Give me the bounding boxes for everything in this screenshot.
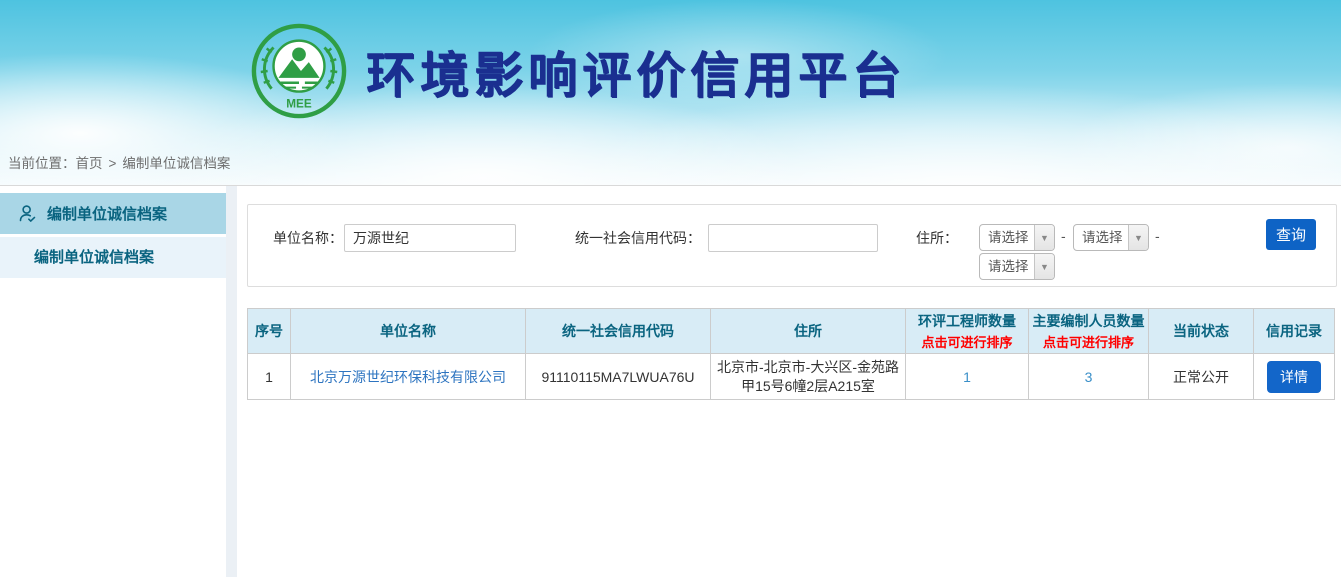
sidebar-divider (226, 186, 237, 577)
status-cell: 正常公开 (1149, 354, 1254, 400)
city-select-value: 请选择 (1074, 225, 1128, 250)
row-index-cell: 1 (248, 354, 291, 400)
user-check-icon (17, 203, 38, 224)
dropdown-arrow-icon: ▼ (1128, 225, 1148, 250)
sidebar-section-credit-archive[interactable]: 编制单位诚信档案 (0, 193, 226, 234)
dropdown-arrow-icon: ▼ (1034, 225, 1054, 250)
col-header-staff-count-sort[interactable]: 主要编制人员数量 点击可进行排序 (1029, 309, 1149, 354)
search-panel: 单位名称： 统一社会信用代码： 住所： 请选择 ▼ - 请选择 ▼ - 请选择 … (247, 204, 1337, 287)
province-select-value: 请选择 (980, 225, 1034, 250)
district-select-value: 请选择 (980, 254, 1034, 279)
dropdown-arrow-icon: ▼ (1034, 254, 1054, 279)
address-cell: 北京市-北京市-大兴区-金苑路 甲15号6幢2层A215室 (711, 354, 906, 400)
district-select[interactable]: 请选择 ▼ (979, 253, 1055, 280)
col-header-engineer-count-sort[interactable]: 环评工程师数量 点击可进行排序 (906, 309, 1029, 354)
address-dash-2: - (1155, 228, 1160, 244)
engineer-count-label: 环评工程师数量 (918, 313, 1016, 329)
col-header-credit-record: 信用记录 (1254, 309, 1335, 354)
breadcrumb-home-link[interactable]: 首页 (76, 156, 103, 171)
query-button[interactable]: 查询 (1266, 219, 1316, 250)
staff-sort-hint: 点击可进行排序 (1030, 332, 1147, 351)
svg-text:MEE: MEE (286, 97, 312, 110)
main-content: 单位名称： 统一社会信用代码： 住所： 请选择 ▼ - 请选择 ▼ - 请选择 … (237, 186, 1341, 577)
col-header-address: 住所 (711, 309, 906, 354)
staff-count-label: 主要编制人员数量 (1033, 313, 1145, 329)
breadcrumb: 当前位置：首页 > 编制单位诚信档案 (8, 152, 230, 172)
col-header-status: 当前状态 (1149, 309, 1254, 354)
address-dash-1: - (1061, 228, 1066, 244)
sidebar-item-credit-archive[interactable]: 编制单位诚信档案 (0, 237, 226, 278)
city-select[interactable]: 请选择 ▼ (1073, 224, 1149, 251)
page-header: MEE 环境影响评价信用平台 当前位置：首页 > 编制单位诚信档案 (0, 0, 1341, 186)
staff-count-link[interactable]: 3 (1085, 369, 1093, 385)
credit-code-input[interactable] (708, 224, 878, 252)
col-header-index: 序号 (248, 309, 291, 354)
breadcrumb-current: 编制单位诚信档案 (122, 156, 230, 171)
table-header-row: 序号 单位名称 统一社会信用代码 住所 环评工程师数量 点击可进行排序 主要编制… (248, 309, 1335, 354)
sidebar: 编制单位诚信档案 编制单位诚信档案 (0, 186, 226, 577)
col-header-unit-name: 单位名称 (291, 309, 526, 354)
address-line-2: 甲15号6幢2层A215室 (741, 378, 875, 394)
brand: MEE 环境影响评价信用平台 (250, 22, 906, 120)
engineer-count-link[interactable]: 1 (963, 369, 971, 385)
breadcrumb-separator: > (109, 156, 117, 171)
credit-code-label: 统一社会信用代码： (566, 224, 701, 252)
province-select[interactable]: 请选择 ▼ (979, 224, 1055, 251)
credit-code-cell: 91110115MA7LWUA76U (526, 354, 711, 400)
address-label: 住所： (908, 224, 958, 252)
address-line-1: 北京市-北京市-大兴区-金苑路 (717, 359, 899, 375)
breadcrumb-prefix: 当前位置： (8, 156, 76, 171)
col-header-credit-code: 统一社会信用代码 (526, 309, 711, 354)
company-name-link[interactable]: 北京万源世纪环保科技有限公司 (310, 369, 506, 385)
engineer-sort-hint: 点击可进行排序 (907, 332, 1027, 351)
mee-logo-icon: MEE (250, 22, 348, 120)
unit-name-label: 单位名称： (273, 224, 343, 252)
results-table: 序号 单位名称 统一社会信用代码 住所 环评工程师数量 点击可进行排序 主要编制… (247, 308, 1335, 400)
table-row: 1 北京万源世纪环保科技有限公司 91110115MA7LWUA76U 北京市-… (248, 354, 1335, 400)
site-title: 环境影响评价信用平台 (366, 36, 906, 107)
unit-name-input[interactable] (344, 224, 516, 252)
detail-button[interactable]: 详情 (1267, 361, 1321, 393)
sidebar-section-label: 编制单位诚信档案 (47, 203, 167, 224)
